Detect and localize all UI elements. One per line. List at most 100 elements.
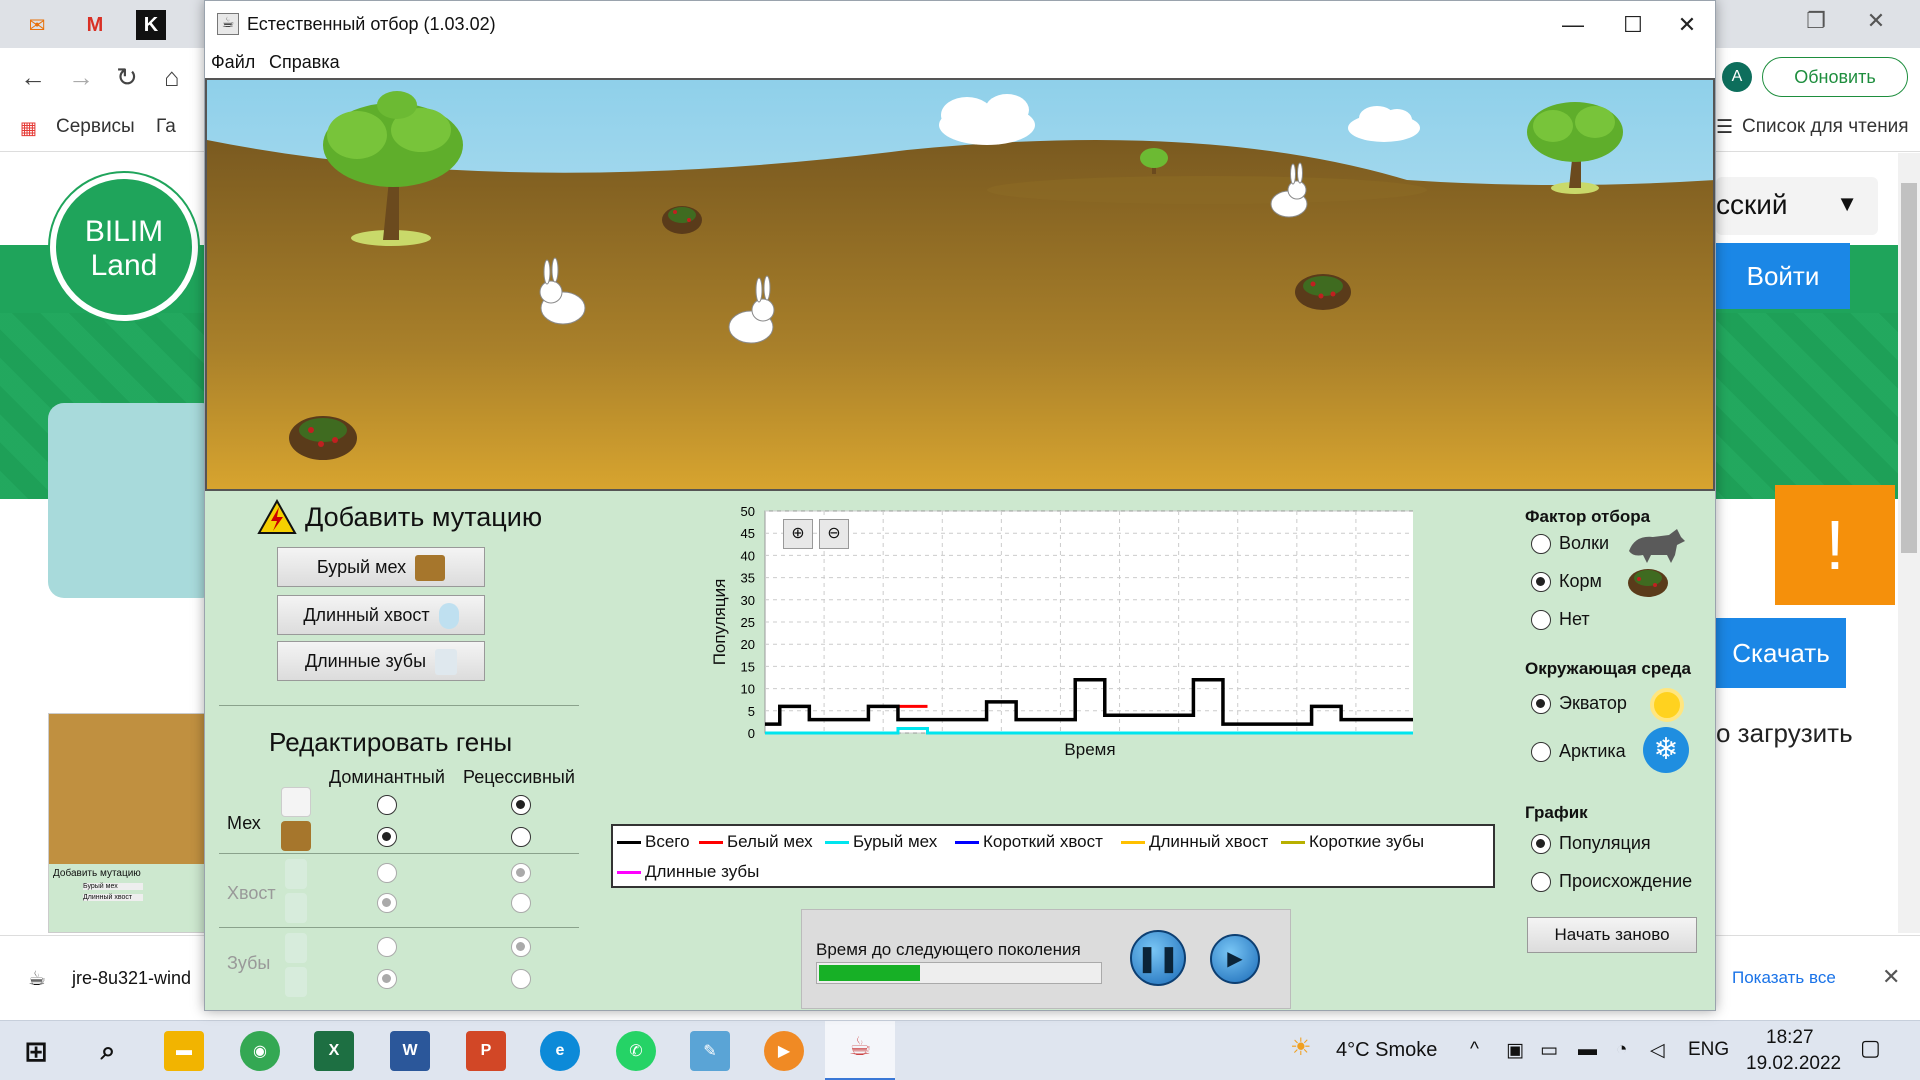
reading-list[interactable]: Список для чтения: [1742, 116, 1909, 138]
legend-short-tail: Короткий хвост: [955, 832, 1103, 852]
tail-long-recessive-radio[interactable]: [511, 893, 531, 913]
tail-short-dominant-radio[interactable]: [377, 863, 397, 883]
wifi-icon[interactable]: ◔: [1616, 1039, 1627, 1061]
dominant-header: Доминантный: [329, 767, 445, 787]
show-all-downloads[interactable]: Показать все: [1732, 968, 1836, 988]
selection-wolves-option[interactable]: Волки: [1531, 533, 1609, 554]
environment-arctic-radio[interactable]: [1531, 741, 1551, 762]
brown-fur-button[interactable]: Бурый мех: [277, 547, 485, 587]
battery-icon[interactable]: ▬: [1578, 1039, 1597, 1061]
forward-icon[interactable]: →: [68, 62, 94, 93]
download-button[interactable]: Скачать: [1716, 618, 1846, 688]
selection-none-option[interactable]: Нет: [1531, 609, 1590, 630]
search-icon[interactable]: ⌕: [88, 1031, 128, 1071]
long-tail-button[interactable]: Длинный хвост: [277, 595, 485, 635]
selection-wolves-radio[interactable]: [1531, 533, 1551, 554]
selection-food-radio[interactable]: [1531, 571, 1551, 592]
browser-close-icon[interactable]: ✕: [1856, 8, 1896, 38]
fur-white-dominant-radio[interactable]: [377, 795, 397, 815]
update-button[interactable]: Обновить: [1762, 57, 1908, 97]
bookmark-ga[interactable]: Га: [156, 116, 176, 138]
step-forward-button[interactable]: ▶: [1210, 934, 1260, 984]
tail-long-dominant-radio[interactable]: [377, 893, 397, 913]
environment-equator-option[interactable]: Экватор: [1531, 693, 1627, 714]
apps-grid-icon[interactable]: ▦: [20, 118, 37, 139]
control-panel: Добавить мутацию Бурый мех Длинный хвост…: [205, 491, 1715, 1010]
graph-pedigree-label: Происхождение: [1559, 871, 1693, 891]
excel-icon[interactable]: X: [314, 1031, 354, 1071]
tail-short-recessive-radio[interactable]: [511, 863, 531, 883]
graph-population-option[interactable]: Популяция: [1531, 833, 1651, 854]
weather-text[interactable]: 4°C Smoke: [1336, 1039, 1437, 1062]
long-tail-label: Длинный хвост: [303, 605, 430, 625]
graph-pedigree-radio[interactable]: [1531, 871, 1551, 892]
chrome-icon[interactable]: ◉: [240, 1031, 280, 1071]
zoom-out-icon[interactable]: ⊖: [819, 519, 849, 549]
tray-display-icon[interactable]: ▭: [1540, 1039, 1558, 1062]
java-app-icon: ☕: [217, 13, 239, 35]
taskbar-active-java[interactable]: ☕: [825, 1021, 895, 1080]
snowflake-icon: ❄: [1643, 727, 1689, 773]
teeth-short-recessive-radio[interactable]: [511, 937, 531, 957]
clock-time[interactable]: 18:27: [1766, 1027, 1814, 1049]
pause-button[interactable]: ❚❚: [1130, 930, 1186, 986]
reading-list-icon[interactable]: ☰: [1716, 116, 1733, 139]
tray-camera-icon[interactable]: ▣: [1506, 1039, 1524, 1062]
chart-legend: Всего Белый мех Бурый мех Короткий хвост…: [611, 824, 1495, 888]
download-file-name[interactable]: jre-8u321-wind: [72, 968, 191, 989]
back-icon[interactable]: ←: [20, 62, 46, 93]
graph-population-radio[interactable]: [1531, 833, 1551, 854]
window-titlebar[interactable]: ☕ Естественный отбор (1.03.02) — ☐ ✕: [205, 1, 1715, 48]
login-button[interactable]: Войти: [1716, 243, 1850, 309]
page-scrollbar[interactable]: [1898, 153, 1920, 933]
reload-icon[interactable]: ↻: [116, 62, 138, 93]
tab-favicon-mail[interactable]: ✉: [22, 10, 52, 40]
maximize-icon[interactable]: ☐: [1603, 7, 1663, 43]
zoom-in-icon[interactable]: ⊕: [783, 519, 813, 549]
notifications-icon[interactable]: ▢: [1860, 1035, 1881, 1061]
scrollbar-thumb[interactable]: [1901, 183, 1917, 553]
app-thumbnail[interactable]: Добавить мутацию Бурый мех Длинный хвост: [48, 713, 208, 933]
clock-date[interactable]: 19.02.2022: [1746, 1053, 1841, 1075]
teeth-short-dominant-radio[interactable]: [377, 937, 397, 957]
simulation-scene[interactable]: [205, 78, 1715, 491]
long-teeth-button[interactable]: Длинные зубы: [277, 641, 485, 681]
volume-icon[interactable]: ◁: [1650, 1039, 1665, 1062]
minimize-icon[interactable]: —: [1543, 7, 1603, 43]
profile-avatar[interactable]: A: [1722, 62, 1752, 92]
file-explorer-icon[interactable]: ▬: [164, 1031, 204, 1071]
notes-icon[interactable]: ✎: [690, 1031, 730, 1071]
fur-brown-dominant-radio[interactable]: [377, 827, 397, 847]
browser-restore-icon[interactable]: ❐: [1796, 8, 1836, 38]
tab-favicon-k[interactable]: K: [136, 10, 166, 40]
selection-none-radio[interactable]: [1531, 609, 1551, 630]
tray-chevron-icon[interactable]: ^: [1470, 1039, 1479, 1061]
word-icon[interactable]: W: [390, 1031, 430, 1071]
menu-help[interactable]: Справка: [269, 52, 340, 73]
edge-icon[interactable]: e: [540, 1031, 580, 1071]
legend-label: Длинные зубы: [645, 862, 760, 881]
avidemux-icon[interactable]: ▶: [764, 1031, 804, 1071]
powerpoint-icon[interactable]: P: [466, 1031, 506, 1071]
home-icon[interactable]: ⌂: [164, 62, 180, 93]
fur-white-recessive-radio[interactable]: [511, 795, 531, 815]
graph-pedigree-option[interactable]: Происхождение: [1531, 871, 1692, 892]
teeth-long-dominant-radio[interactable]: [377, 969, 397, 989]
windows-start-icon[interactable]: ⊞: [16, 1031, 56, 1071]
environment-equator-radio[interactable]: [1531, 693, 1551, 714]
tab-favicon-gmail[interactable]: M: [80, 10, 110, 40]
close-downloads-icon[interactable]: ✕: [1882, 964, 1900, 990]
menu-file[interactable]: Файл: [211, 52, 255, 73]
selection-food-option[interactable]: Корм: [1531, 571, 1602, 592]
environment-arctic-option[interactable]: Арктика: [1531, 741, 1626, 762]
language-select[interactable]: сский ▼: [1716, 177, 1878, 235]
input-language[interactable]: ENG: [1688, 1039, 1729, 1061]
legend-label: Бурый мех: [853, 832, 938, 851]
bookmark-services[interactable]: Сервисы: [56, 116, 135, 138]
close-icon[interactable]: ✕: [1657, 7, 1717, 43]
teeth-long-recessive-radio[interactable]: [511, 969, 531, 989]
restart-button[interactable]: Начать заново: [1527, 917, 1697, 953]
whatsapp-icon[interactable]: ✆: [616, 1031, 656, 1071]
fur-brown-recessive-radio[interactable]: [511, 827, 531, 847]
bilimland-logo[interactable]: BILIM Land: [50, 173, 198, 321]
